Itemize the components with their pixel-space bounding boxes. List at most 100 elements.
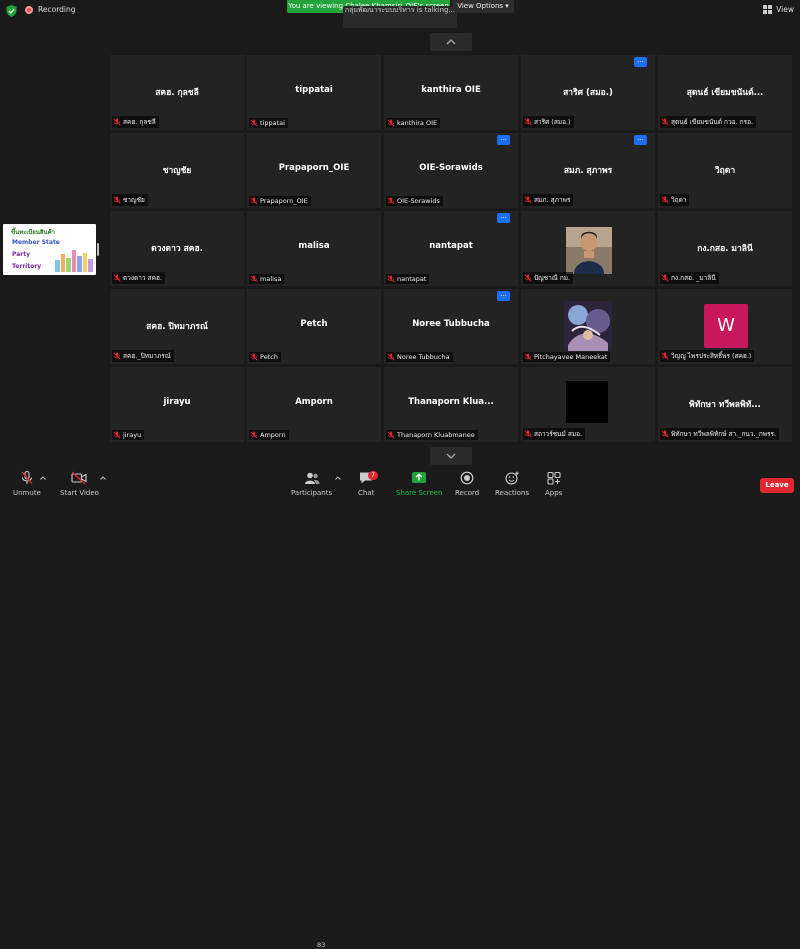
start-video-label: Start Video	[60, 489, 99, 497]
participant-tile[interactable]: W วิญญู ไพรประสิทธิ์พร (สคฮ.)	[658, 289, 792, 364]
muted-mic-icon	[661, 274, 669, 282]
participant-tile[interactable]: Petch Petch	[247, 289, 381, 364]
participant-tile[interactable]: กง.กสอ. มาลินี กง.กสอ. _มาลินี	[658, 211, 792, 286]
participant-profile-picture	[564, 301, 612, 351]
participant-label: ปัญชาณี กม.	[523, 272, 574, 284]
share-screen-button[interactable]: Share Screen	[396, 471, 443, 497]
muted-mic-icon	[661, 118, 669, 126]
muted-mic-icon	[113, 118, 121, 126]
participant-label-text: Petch	[260, 353, 278, 361]
apps-button[interactable]: Apps	[545, 471, 562, 497]
share-screen-icon	[412, 472, 427, 483]
participant-label-text: สถาวร์ชนม์ สมอ.	[534, 430, 583, 438]
share-screen-label: Share Screen	[396, 489, 443, 497]
participant-tile[interactable]: ... OIE-Sorawids OIE-Sorawids	[384, 133, 518, 208]
avatar-initial: W	[704, 304, 748, 348]
participant-name: Petch	[300, 319, 328, 329]
participant-name: สคฮ. กุลชลี	[155, 88, 199, 98]
participant-label: สมภ. สุภาพร	[523, 194, 574, 206]
participants-button[interactable]: Participants	[291, 471, 332, 497]
participant-label: malisa	[249, 274, 285, 284]
more-options-button[interactable]: ...	[497, 213, 510, 223]
participant-label-text: สมภ. สุภาพร	[534, 196, 571, 204]
participant-tile[interactable]: Prapaporn_OIE Prapaporn_OIE	[247, 133, 381, 208]
participant-name: สุดนธ์ เขียมขนันต์...	[686, 88, 764, 98]
participant-label: Pitchayavee Maneekat	[523, 352, 611, 362]
participant-name: สมภ. สุภาพร	[563, 166, 613, 176]
more-options-button[interactable]: ...	[497, 135, 510, 145]
recording-indicator[interactable]: Recording	[25, 5, 76, 14]
participant-tile[interactable]: ... สาริศ (สมอ.) สาริศ (สมอ.)	[521, 55, 655, 130]
participant-label: Petch	[249, 352, 281, 362]
participant-tile[interactable]: kanthira OIE kanthira OIE	[384, 55, 518, 130]
participant-tile[interactable]: ดวงดาว สคฮ. ดวงดาว สคฮ.	[110, 211, 244, 286]
participant-name: วิฤดา	[714, 166, 736, 176]
record-dot-icon	[25, 5, 33, 14]
participant-name: malisa	[298, 241, 330, 251]
participant-label: Noree Tubbucha	[386, 352, 453, 362]
participant-label-text: Prapaporn_OIE	[260, 197, 308, 205]
participant-label: สถาวร์ชนม์ สมอ.	[523, 428, 586, 440]
participant-tile[interactable]: ... สมภ. สุภาพร สมภ. สุภาพร	[521, 133, 655, 208]
participant-tile[interactable]: ... Noree Tubbucha Noree Tubbucha	[384, 289, 518, 364]
meeting-toolbar: Unmute Start Video Participants 83 Chat …	[0, 466, 800, 949]
participant-label: สคฮ. กุลชลี	[112, 116, 159, 128]
page-up-button[interactable]	[430, 33, 472, 51]
muted-mic-icon	[524, 274, 532, 282]
more-options-button[interactable]: ...	[634, 135, 647, 145]
view-options-label: View Options	[457, 2, 504, 10]
participant-label: OIE-Sorawids	[386, 196, 443, 206]
muted-mic-icon	[524, 430, 532, 438]
participant-tile[interactable]: Thanaporn Klua... Thanaporn Kluabmanee	[384, 367, 518, 442]
participant-label-text: Noree Tubbucha	[397, 353, 450, 361]
view-options-button[interactable]: View Options ▾	[452, 0, 514, 13]
panel-resize-handle[interactable]	[97, 243, 99, 256]
participant-label: Thanaporn Kluabmanee	[386, 430, 478, 440]
more-options-button[interactable]: ...	[634, 57, 647, 67]
participant-tile[interactable]: jirayu jirayu	[110, 367, 244, 442]
participant-tile[interactable]: พิทักษา ทวีพลพิทั... พิทักษา ทวีพลพิทักษ…	[658, 367, 792, 442]
participant-name: jirayu	[163, 397, 191, 407]
participant-tile-video[interactable]: ปัญชาณี กม.	[521, 211, 655, 286]
page-down-button[interactable]	[430, 447, 472, 465]
muted-mic-icon	[661, 352, 669, 360]
participant-tile[interactable]: tippatai tippatai	[247, 55, 381, 130]
participants-caret-icon[interactable]	[335, 476, 341, 480]
shared-screen-thumbnail[interactable]: ขึ้นทะเบียนสินค้า Member State Party Ter…	[3, 224, 96, 275]
more-options-button[interactable]: ...	[497, 291, 510, 301]
participant-tile-video[interactable]: สถาวร์ชนม์ สมอ.	[521, 367, 655, 442]
muted-mic-icon	[250, 119, 258, 127]
participant-name: ชาญชัย	[162, 166, 192, 176]
participant-tile-video[interactable]: Pitchayavee Maneekat	[521, 289, 655, 364]
audio-options-caret-icon[interactable]	[40, 476, 46, 480]
muted-mic-icon	[661, 196, 669, 204]
participant-name: Noree Tubbucha	[412, 319, 490, 329]
video-options-caret-icon[interactable]	[100, 476, 106, 480]
participant-label: วิฤดา	[660, 194, 690, 206]
record-button[interactable]: Record	[455, 471, 479, 497]
participant-tile[interactable]: วิฤดา วิฤดา	[658, 133, 792, 208]
participant-label-text: OIE-Sorawids	[397, 197, 440, 205]
participant-tile[interactable]: สคฮ. ปิทมาภรณ์ สคฮ._ปิทมาภรณ์	[110, 289, 244, 364]
reactions-button[interactable]: Reactions	[495, 471, 529, 497]
start-video-button[interactable]: Start Video	[60, 471, 99, 497]
participant-label-text: สคฮ. กุลชลี	[123, 118, 156, 126]
leave-button[interactable]: Leave	[760, 478, 794, 493]
unmute-label: Unmute	[13, 489, 41, 497]
participant-tile[interactable]: ชาญชัย ชาญชัย	[110, 133, 244, 208]
muted-microphone-icon	[21, 471, 33, 484]
muted-mic-icon	[661, 430, 669, 438]
participant-label: สุดนธ์ เขียมขนันต์ กวอ. กรอ.	[660, 116, 757, 128]
video-off-icon	[71, 471, 88, 485]
shield-icon[interactable]	[6, 5, 17, 17]
participant-tile[interactable]: สคฮ. กุลชลี สคฮ. กุลชลี	[110, 55, 244, 130]
view-button[interactable]: View	[763, 5, 794, 14]
participant-tile[interactable]: Amporn Amporn	[247, 367, 381, 442]
participant-tile[interactable]: สุดนธ์ เขียมขนันต์... สุดนธ์ เขียมขนันต์…	[658, 55, 792, 130]
view-label: View	[776, 5, 794, 14]
participant-tile[interactable]: malisa malisa	[247, 211, 381, 286]
participant-label-text: วิญญู ไพรประสิทธิ์พร (สคฮ.)	[671, 352, 752, 360]
unmute-button[interactable]: Unmute	[13, 471, 41, 497]
participant-tile[interactable]: ... nantapat nantapat	[384, 211, 518, 286]
participant-label: tippatai	[249, 118, 288, 128]
